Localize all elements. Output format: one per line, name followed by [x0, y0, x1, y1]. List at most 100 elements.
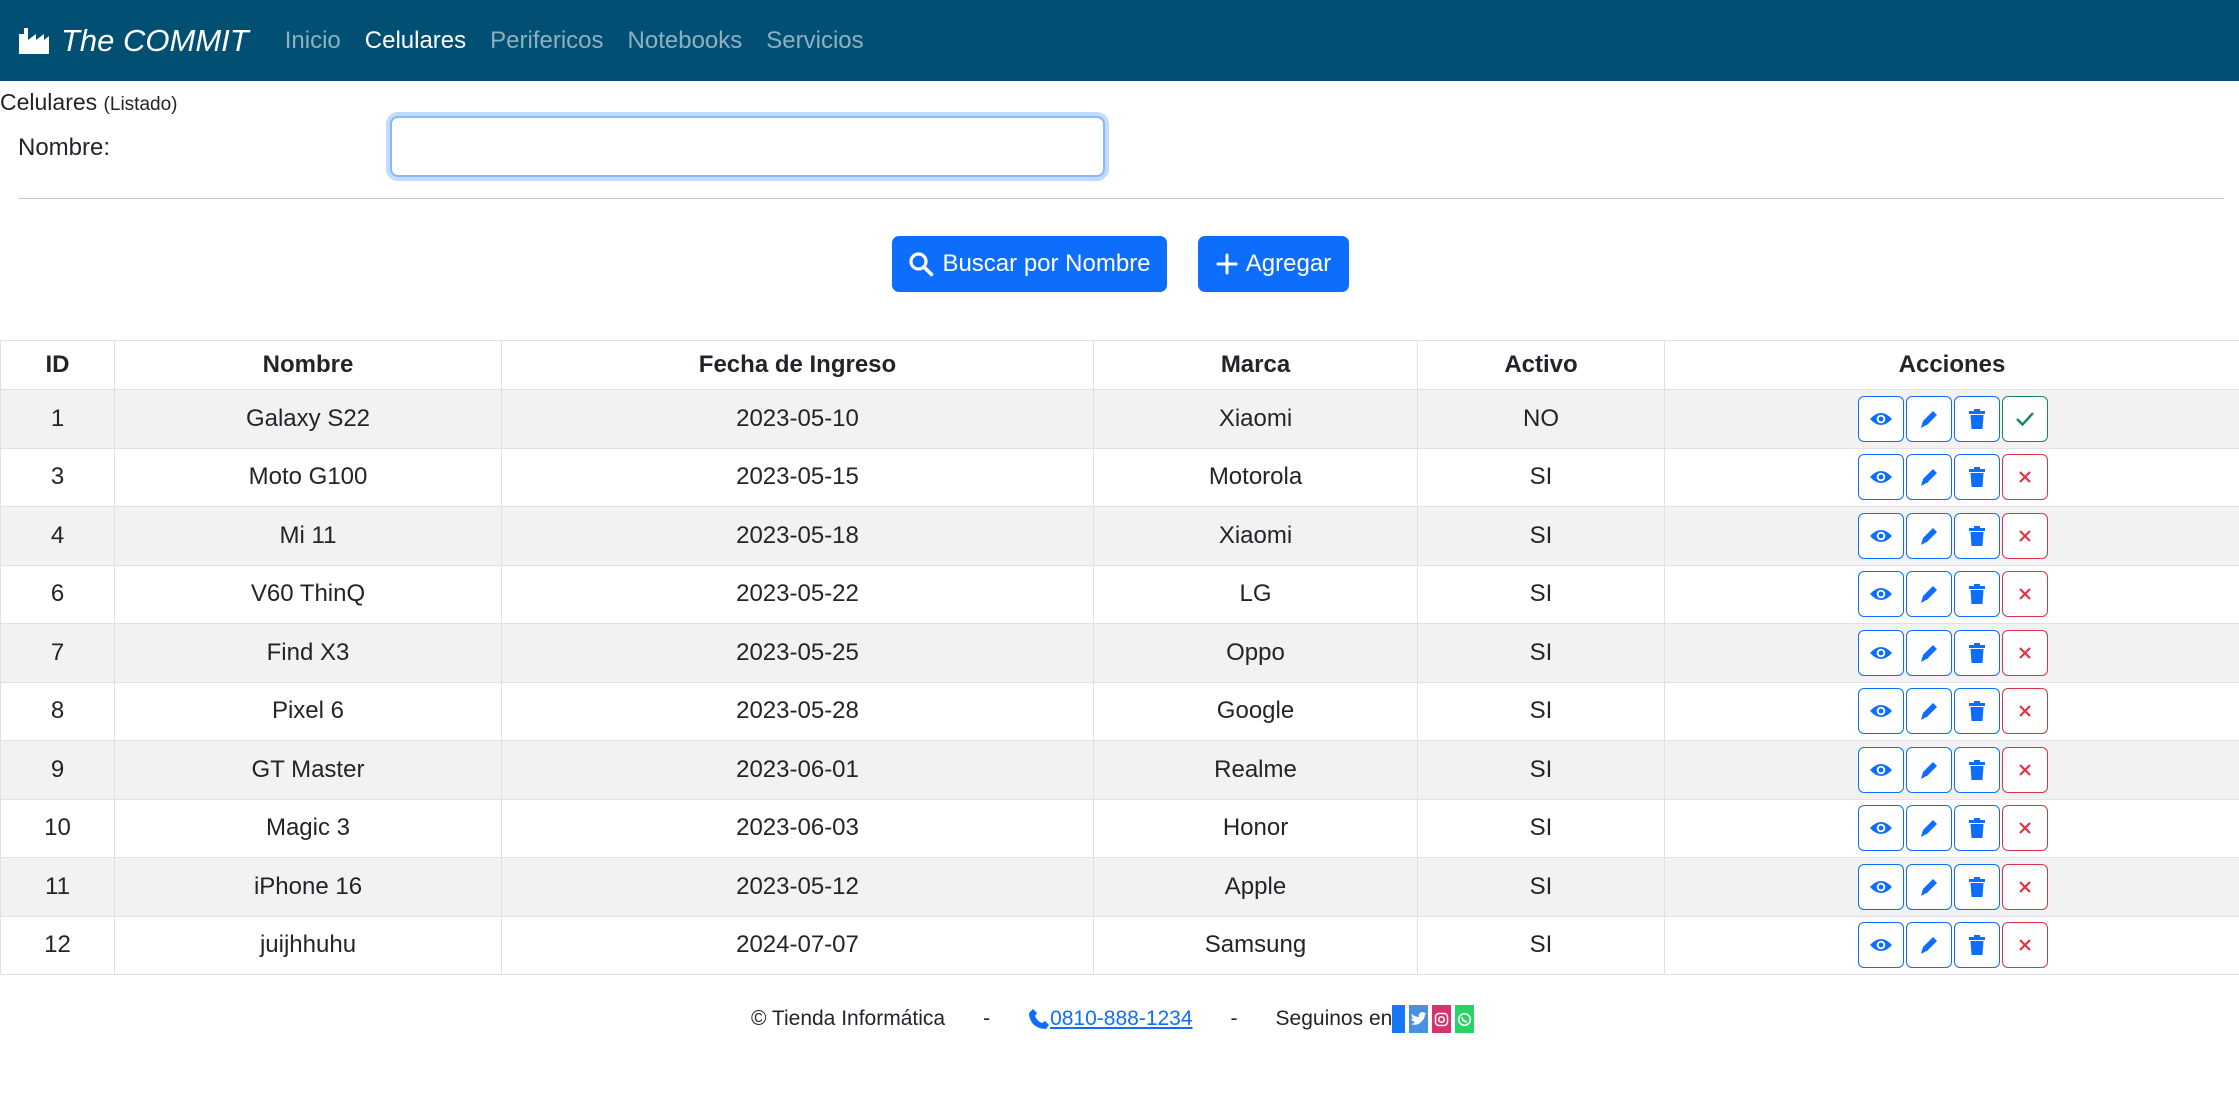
deactivate-button[interactable] [2002, 571, 2048, 618]
view-button[interactable] [1858, 571, 1904, 618]
deactivate-button[interactable] [2002, 746, 2048, 793]
delete-button[interactable] [1954, 395, 2000, 442]
deactivate-button[interactable] [2002, 805, 2048, 852]
trash-icon [1969, 759, 1985, 780]
eye-icon [1870, 529, 1892, 542]
activate-button[interactable] [2002, 395, 2048, 442]
deactivate-button[interactable] [2002, 922, 2048, 969]
cell-nombre: Pixel 6 [114, 681, 502, 741]
add-button[interactable]: Agregar [1198, 236, 1349, 292]
edit-button[interactable] [1906, 746, 1952, 793]
eye-icon [1870, 880, 1892, 893]
cell-id: 3 [0, 447, 115, 507]
cell-marca: Xiaomi [1093, 506, 1418, 566]
edit-button[interactable] [1906, 688, 1952, 735]
name-search-input[interactable] [390, 116, 1105, 177]
cell-nombre: V60 ThinQ [114, 564, 502, 624]
edit-button[interactable] [1906, 805, 1952, 852]
pencil-icon [1921, 761, 1937, 779]
cell-fecha: 2023-05-15 [501, 447, 1094, 507]
deactivate-button[interactable] [2002, 629, 2048, 676]
eye-icon [1870, 588, 1892, 601]
trash-icon [1969, 467, 1985, 488]
divider [18, 198, 2224, 199]
footer-copyright: © Tienda Informática [751, 1007, 946, 1030]
phone-icon [1029, 1009, 1050, 1029]
edit-button[interactable] [1906, 629, 1952, 676]
table-row: 10 Magic 3 2023-06-03 Honor SI [0, 798, 2239, 858]
view-button[interactable] [1858, 746, 1904, 793]
view-button[interactable] [1858, 688, 1904, 735]
delete-button[interactable] [1954, 571, 2000, 618]
cell-fecha: 2023-05-12 [501, 857, 1094, 917]
edit-button[interactable] [1906, 571, 1952, 618]
delete-button[interactable] [1954, 922, 2000, 969]
social-links [1392, 1005, 1475, 1033]
table-row: 1 Galaxy S22 2023-05-10 Xiaomi NO [0, 389, 2239, 449]
view-button[interactable] [1858, 863, 1904, 910]
cell-nombre: Mi 11 [114, 506, 502, 566]
delete-button[interactable] [1954, 629, 2000, 676]
view-button[interactable] [1858, 395, 1904, 442]
delete-button[interactable] [1954, 688, 2000, 735]
edit-button[interactable] [1906, 454, 1952, 501]
footer: © Tienda Informática - 0810-888-1234 - S… [751, 1005, 1475, 1033]
view-button[interactable] [1858, 629, 1904, 676]
cell-fecha: 2023-05-18 [501, 506, 1094, 566]
footer-separator: - [1230, 1007, 1238, 1030]
view-button[interactable] [1858, 805, 1904, 852]
nav-servicios[interactable]: Servicios [766, 27, 863, 55]
trash-icon [1969, 525, 1985, 546]
view-button[interactable] [1858, 454, 1904, 501]
follow-label: Seguinos en [1275, 1007, 1393, 1030]
cell-nombre: Galaxy S22 [114, 389, 502, 449]
phone-link[interactable]: 0810-888-1234 [1028, 1007, 1193, 1031]
deactivate-button[interactable] [2002, 454, 2048, 501]
cell-acciones [1664, 915, 2239, 975]
nav-inicio[interactable]: Inicio [285, 27, 341, 55]
deactivate-button[interactable] [2002, 512, 2048, 559]
delete-button[interactable] [1954, 863, 2000, 910]
edit-button[interactable] [1906, 395, 1952, 442]
edit-button[interactable] [1906, 863, 1952, 910]
edit-button[interactable] [1906, 512, 1952, 559]
deactivate-button[interactable] [2002, 688, 2048, 735]
row-actions [1665, 454, 2239, 501]
nav-notebooks[interactable]: Notebooks [628, 27, 743, 55]
facebook-icon[interactable] [1392, 1005, 1406, 1033]
brand[interactable]: The COMMIT [19, 23, 249, 59]
cell-marca: Realme [1093, 740, 1418, 800]
cell-acciones [1664, 857, 2239, 917]
delete-button[interactable] [1954, 454, 2000, 501]
search-by-name-button[interactable]: Buscar por Nombre [892, 236, 1167, 292]
cell-acciones [1664, 564, 2239, 624]
cell-activo: SI [1417, 740, 1665, 800]
cell-activo: SI [1417, 447, 1665, 507]
view-button[interactable] [1858, 512, 1904, 559]
deactivate-button[interactable] [2002, 863, 2048, 910]
view-button[interactable] [1858, 922, 1904, 969]
delete-button[interactable] [1954, 746, 2000, 793]
cell-acciones [1664, 447, 2239, 507]
cell-acciones [1664, 740, 2239, 800]
nav-celulares[interactable]: Celulares [365, 27, 466, 55]
table-header-row: ID Nombre Fecha de Ingreso Marca Activo … [0, 340, 2239, 390]
cell-acciones [1664, 681, 2239, 741]
page-title: Celulares (Listado) [0, 89, 177, 116]
trash-icon [1969, 642, 1985, 663]
add-button-label: Agregar [1245, 250, 1332, 277]
eye-icon [1870, 763, 1892, 776]
pencil-icon [1921, 644, 1937, 662]
cell-nombre: Magic 3 [114, 798, 502, 858]
whatsapp-icon[interactable] [1455, 1005, 1475, 1033]
cell-acciones [1664, 798, 2239, 858]
instagram-icon[interactable] [1432, 1005, 1452, 1033]
trash-icon [1969, 935, 1985, 956]
delete-button[interactable] [1954, 512, 2000, 559]
edit-button[interactable] [1906, 922, 1952, 969]
pencil-icon [1921, 469, 1937, 487]
brand-name: The COMMIT [61, 22, 249, 58]
delete-button[interactable] [1954, 805, 2000, 852]
twitter-icon[interactable] [1409, 1005, 1429, 1033]
nav-perifericos[interactable]: Perifericos [490, 27, 603, 55]
